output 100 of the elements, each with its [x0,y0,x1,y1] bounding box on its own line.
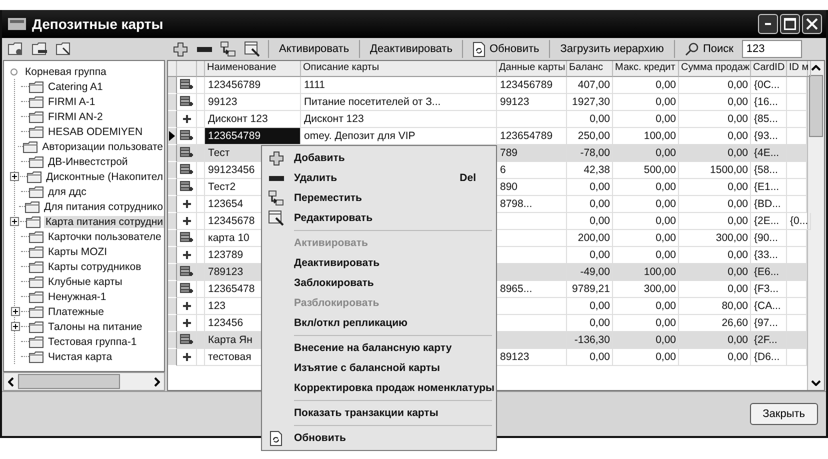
table-cell: 26,60 [722,317,748,329]
table-cell: 0,00 [728,79,748,91]
table-cell: 123654 [208,198,244,210]
table-cell: {BD... [754,198,781,210]
table-cell: 12365478 [208,283,255,295]
table-cell: 0,00 [728,198,748,210]
table-cell: omey. Депозит для VIP [304,130,416,142]
table-cell: 0,00 [656,249,676,261]
table-cell: 1111 [304,79,326,91]
table-cell: {E6... [754,266,780,278]
table-cell: 12345678 [208,215,255,227]
table-cell: {85... [754,113,778,125]
table-cell: 123456789 [500,79,553,91]
table-cell: Питание посетителей от З... [304,96,441,108]
table-cell: 6 [500,164,506,176]
table-cell: 500,00 [644,164,676,176]
table-cell: 99123 [208,96,238,108]
table-cell: {D6... [754,351,780,363]
table-cell: 300,00 [644,283,676,295]
table-cell: -136,30 [574,334,610,346]
table-cell: 0,00 [590,215,610,227]
table-cell: 789123 [208,266,244,278]
table-cell: {F3... [754,283,779,295]
table-cell: 0,00 [656,334,676,346]
table-cell: 0,00 [728,113,748,125]
table-cell: 0,00 [728,249,748,261]
table-cell: {58... [754,164,778,176]
table-cell: 0,00 [656,96,676,108]
table-cell: 0,00 [656,215,676,227]
table-cell: -78,00 [580,147,610,159]
table-cell: 99123456 [208,164,255,176]
table-cell: 0,00 [728,96,748,108]
table-cell: 0,00 [656,198,676,210]
table-cell: 123456789 [208,79,261,91]
table-cell: 0,00 [728,266,748,278]
table-cell: 0,00 [590,113,610,125]
table-cell: Дисконт 123 [208,113,268,125]
table-cell: 8798... [500,198,532,210]
window-title: Депозитные карты [32,16,164,32]
table-cell: 0,00 [656,147,676,159]
table-cell: 100,00 [644,266,676,278]
table-cell: 0,00 [656,181,676,193]
table-cell: Тест [208,147,230,159]
table-cell: 0,00 [590,317,610,329]
table-cell: 0,00 [728,283,748,295]
table-cell: {97... [754,317,778,329]
table-cell: {16... [754,96,778,108]
table-cell: 0,00 [656,232,676,244]
table-cell: 0,00 [590,249,610,261]
table-cell: 123 [208,300,226,312]
table-cell: 80,00 [722,300,748,312]
table-cell: {0C... [754,79,780,91]
table-cell: 123654789 [208,130,261,142]
table-cell: 9789,21 [572,283,610,295]
table-cell: 100,00 [644,130,676,142]
table-cell: 300,00 [716,232,748,244]
table-cell: {0... [790,215,808,227]
table-cell: 0,00 [590,300,610,312]
table-cell: Карта Ян [208,334,252,346]
table-cell: Дисконт 123 [304,113,364,125]
table-cell: {90... [754,232,778,244]
table-cell: тестовая [208,351,252,363]
table-cell: 42,38 [584,164,610,176]
table-cell: 0,00 [590,198,610,210]
table-cell: 1500,00 [710,164,748,176]
table-cell: Тест2 [208,181,236,193]
table-cell: 0,00 [590,181,610,193]
table-cell: 0,00 [656,300,676,312]
table-cell: 0,00 [656,113,676,125]
table-cell: -49,00 [580,266,610,278]
table-cell: 0,00 [656,317,676,329]
table-cell: 789 [500,147,518,159]
table-cell: карта 10 [208,232,250,244]
table-cell: {33... [754,249,778,261]
table-cell: {2F... [754,334,778,346]
table-cell: 123456 [208,317,244,329]
table-cell: {4E... [754,147,780,159]
table-cell: 0,00 [728,181,748,193]
table-cell: 200,00 [578,232,610,244]
table-cell: {CA... [754,300,781,312]
table-cell: 0,00 [728,351,748,363]
table-cell: 0,00 [728,215,748,227]
table-cell: 0,00 [656,351,676,363]
table-cell: {E1... [754,181,780,193]
table-cell: 123789 [208,249,244,261]
table-cell: 0,00 [728,334,748,346]
table-cell: 0,00 [656,79,676,91]
table-cell: {2E... [754,215,780,227]
table-cell: 89123 [500,351,530,363]
table-cell: 8965... [500,283,532,295]
table-cell: 250,00 [578,130,610,142]
table-cell: 0,00 [590,351,610,363]
table-cell: 890 [500,181,518,193]
table-cell: {93... [754,130,778,142]
table-cell: 1927,30 [572,96,610,108]
table-cell: 0,00 [728,147,748,159]
table-cell: 99123 [500,96,530,108]
table-cell: 407,00 [578,79,610,91]
table-cell: 123654789 [500,130,553,142]
table-cell: 0,00 [728,130,748,142]
